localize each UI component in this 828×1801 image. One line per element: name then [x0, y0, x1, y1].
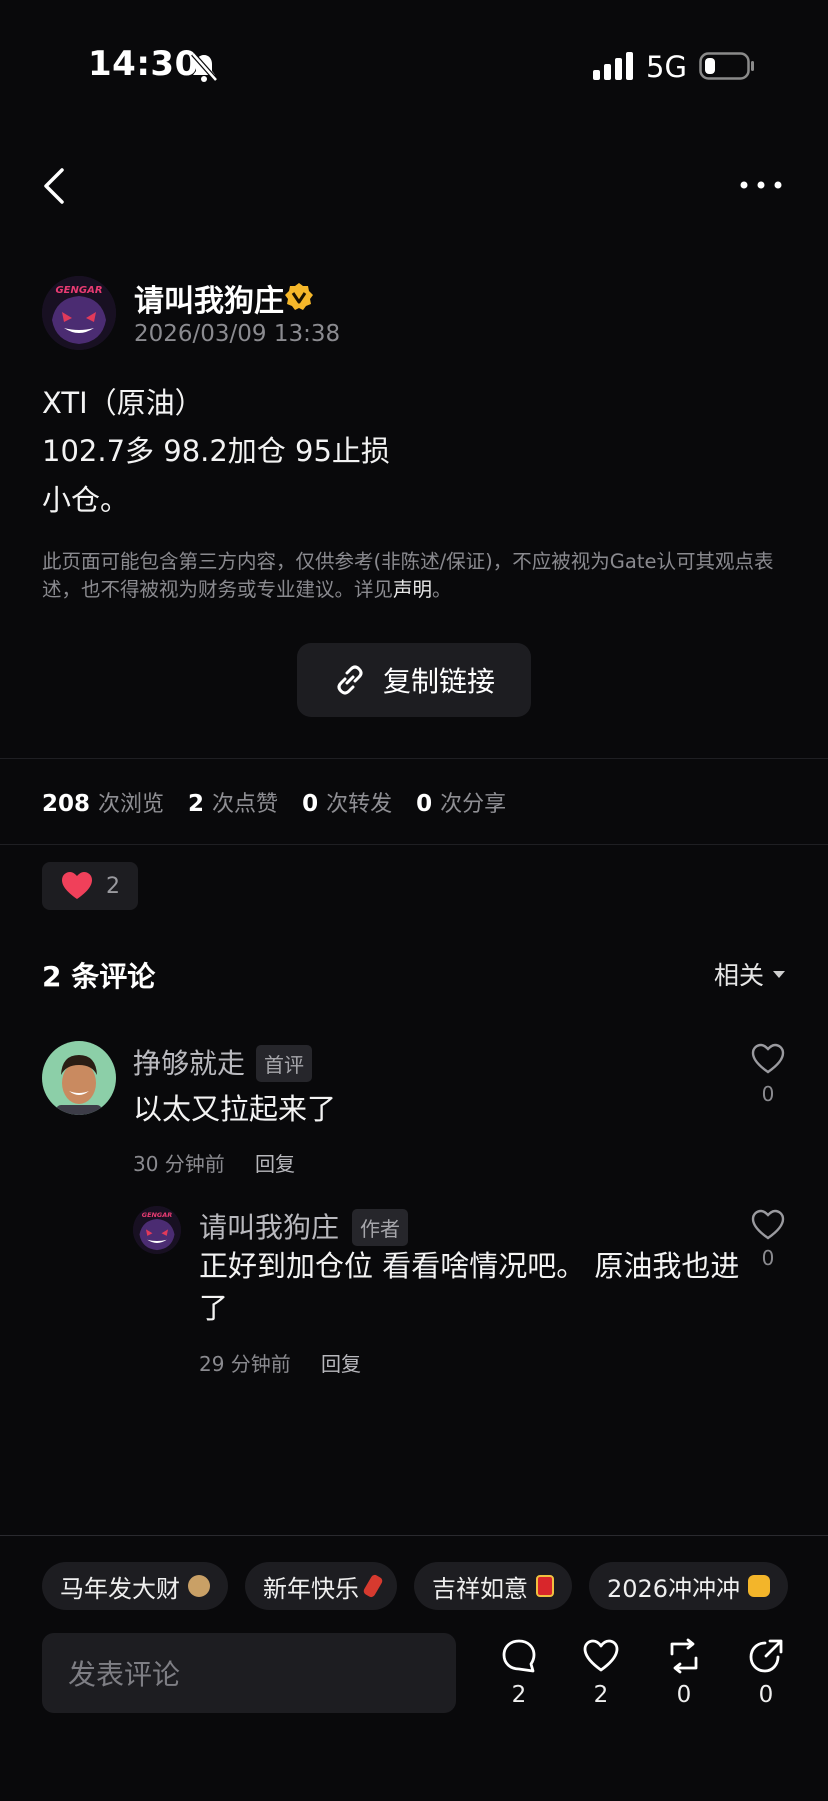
copy-link-label: 复制链接 — [382, 665, 495, 698]
heart-reaction-chip[interactable]: 2 — [42, 862, 138, 910]
quick-chip[interactable]: 马年发大财 — [42, 1562, 228, 1610]
repost-icon — [670, 1638, 698, 1674]
post-stats: 208 次浏览 2 次点赞 0 次转发 0 次分享 — [42, 786, 530, 818]
comment-like-count: 0 — [761, 1082, 775, 1106]
shares-count: 0 — [416, 791, 433, 817]
repost-action[interactable]: 0 — [662, 1638, 706, 1708]
verified-badge-icon — [285, 283, 313, 310]
comment-username[interactable]: 挣够就走 — [133, 1042, 245, 1082]
likes-label: 次点赞 — [212, 792, 279, 817]
divider — [0, 758, 828, 759]
reposts-count: 0 — [302, 791, 319, 817]
divider — [0, 844, 828, 845]
quick-chip[interactable]: 2026冲冲冲 — [589, 1562, 789, 1610]
horse-icon — [188, 1575, 210, 1597]
likes-count: 2 — [188, 791, 205, 817]
heart-outline-icon[interactable] — [751, 1209, 785, 1241]
more-options-icon[interactable] — [740, 180, 782, 190]
author-avatar[interactable]: GENGAR — [42, 276, 116, 350]
reply-button[interactable]: 回复 — [321, 1348, 361, 1377]
red-envelope-icon — [536, 1575, 554, 1597]
reply-time: 29 分钟前 — [199, 1352, 291, 1376]
reply-text-line-2: 了 — [199, 1291, 229, 1325]
back-icon[interactable] — [40, 166, 68, 206]
post-line-1: XTI（原油） — [42, 386, 204, 420]
caret-down-icon — [773, 971, 786, 978]
reply-username[interactable]: 请叫我狗庄 — [199, 1206, 339, 1246]
reply-like-count: 0 — [761, 1246, 775, 1270]
post-line-2: 102.7多 98.2加仓 95止损 — [42, 434, 390, 468]
author-tag: 作者 — [352, 1209, 408, 1246]
battery-icon — [699, 52, 754, 80]
share-icon — [749, 1639, 783, 1673]
share-action[interactable]: 0 — [744, 1638, 788, 1708]
reposts-label: 次转发 — [326, 792, 393, 817]
first-comment-tag: 首评 — [256, 1045, 312, 1082]
post-line-3: 小仓。 — [42, 483, 130, 517]
bell-muted-icon — [191, 52, 218, 82]
comment-bubble-icon — [502, 1639, 536, 1673]
comment-input[interactable]: 发表评论 — [42, 1633, 456, 1713]
sort-label: 相关 — [714, 961, 765, 990]
views-label: 次浏览 — [98, 792, 165, 817]
comments-title: 2 条评论 — [42, 960, 156, 993]
reply-avatar[interactable]: GENGAR — [133, 1206, 181, 1254]
bottom-divider — [0, 1535, 828, 1536]
status-time: 14:30 — [88, 44, 199, 84]
heart-filled-icon — [62, 872, 92, 899]
reply-text-line-1: 正好到加仓位 看看啥情况吧。 原油我也进 — [199, 1249, 740, 1283]
fist-icon — [748, 1575, 771, 1597]
copy-link-button[interactable]: 复制链接 — [297, 643, 531, 717]
disclaimer: 此页面可能包含第三方内容，仅供参考(非陈述/保证)，不应被视为Gate认可其观点… — [42, 550, 774, 601]
comments-action[interactable]: 2 — [497, 1638, 541, 1708]
heart-outline-icon[interactable] — [751, 1043, 785, 1075]
link-icon — [337, 665, 363, 695]
commenter-avatar[interactable] — [42, 1041, 116, 1115]
comment-text: 以太又拉起来了 — [133, 1092, 337, 1126]
heart-reaction-count: 2 — [106, 873, 120, 899]
disclaimer-link[interactable]: 声明 — [393, 578, 432, 601]
author-name[interactable]: 请叫我狗庄 — [134, 276, 284, 320]
heart-outline-icon — [583, 1639, 619, 1672]
views-count: 208 — [42, 791, 91, 817]
signal-icon — [593, 52, 633, 80]
svg-text:GENGAR: GENGAR — [142, 1211, 172, 1219]
quick-chip[interactable]: 新年快乐 — [245, 1562, 397, 1610]
shares-label: 次分享 — [440, 792, 507, 817]
comment-time: 30 分钟前 — [133, 1152, 225, 1176]
post-date: 2026/03/09 13:38 — [134, 321, 341, 347]
likes-action[interactable]: 2 — [579, 1638, 623, 1708]
quick-reply-chips: 马年发大财 新年快乐 吉祥如意 2026冲冲冲 — [42, 1562, 789, 1610]
reply-button[interactable]: 回复 — [255, 1148, 295, 1177]
network-label: 5G — [646, 50, 687, 84]
svg-text:GENGAR: GENGAR — [55, 285, 102, 296]
sort-dropdown[interactable]: 相关 — [714, 956, 786, 992]
quick-chip[interactable]: 吉祥如意 — [414, 1562, 572, 1610]
firecracker-icon — [362, 1573, 384, 1599]
